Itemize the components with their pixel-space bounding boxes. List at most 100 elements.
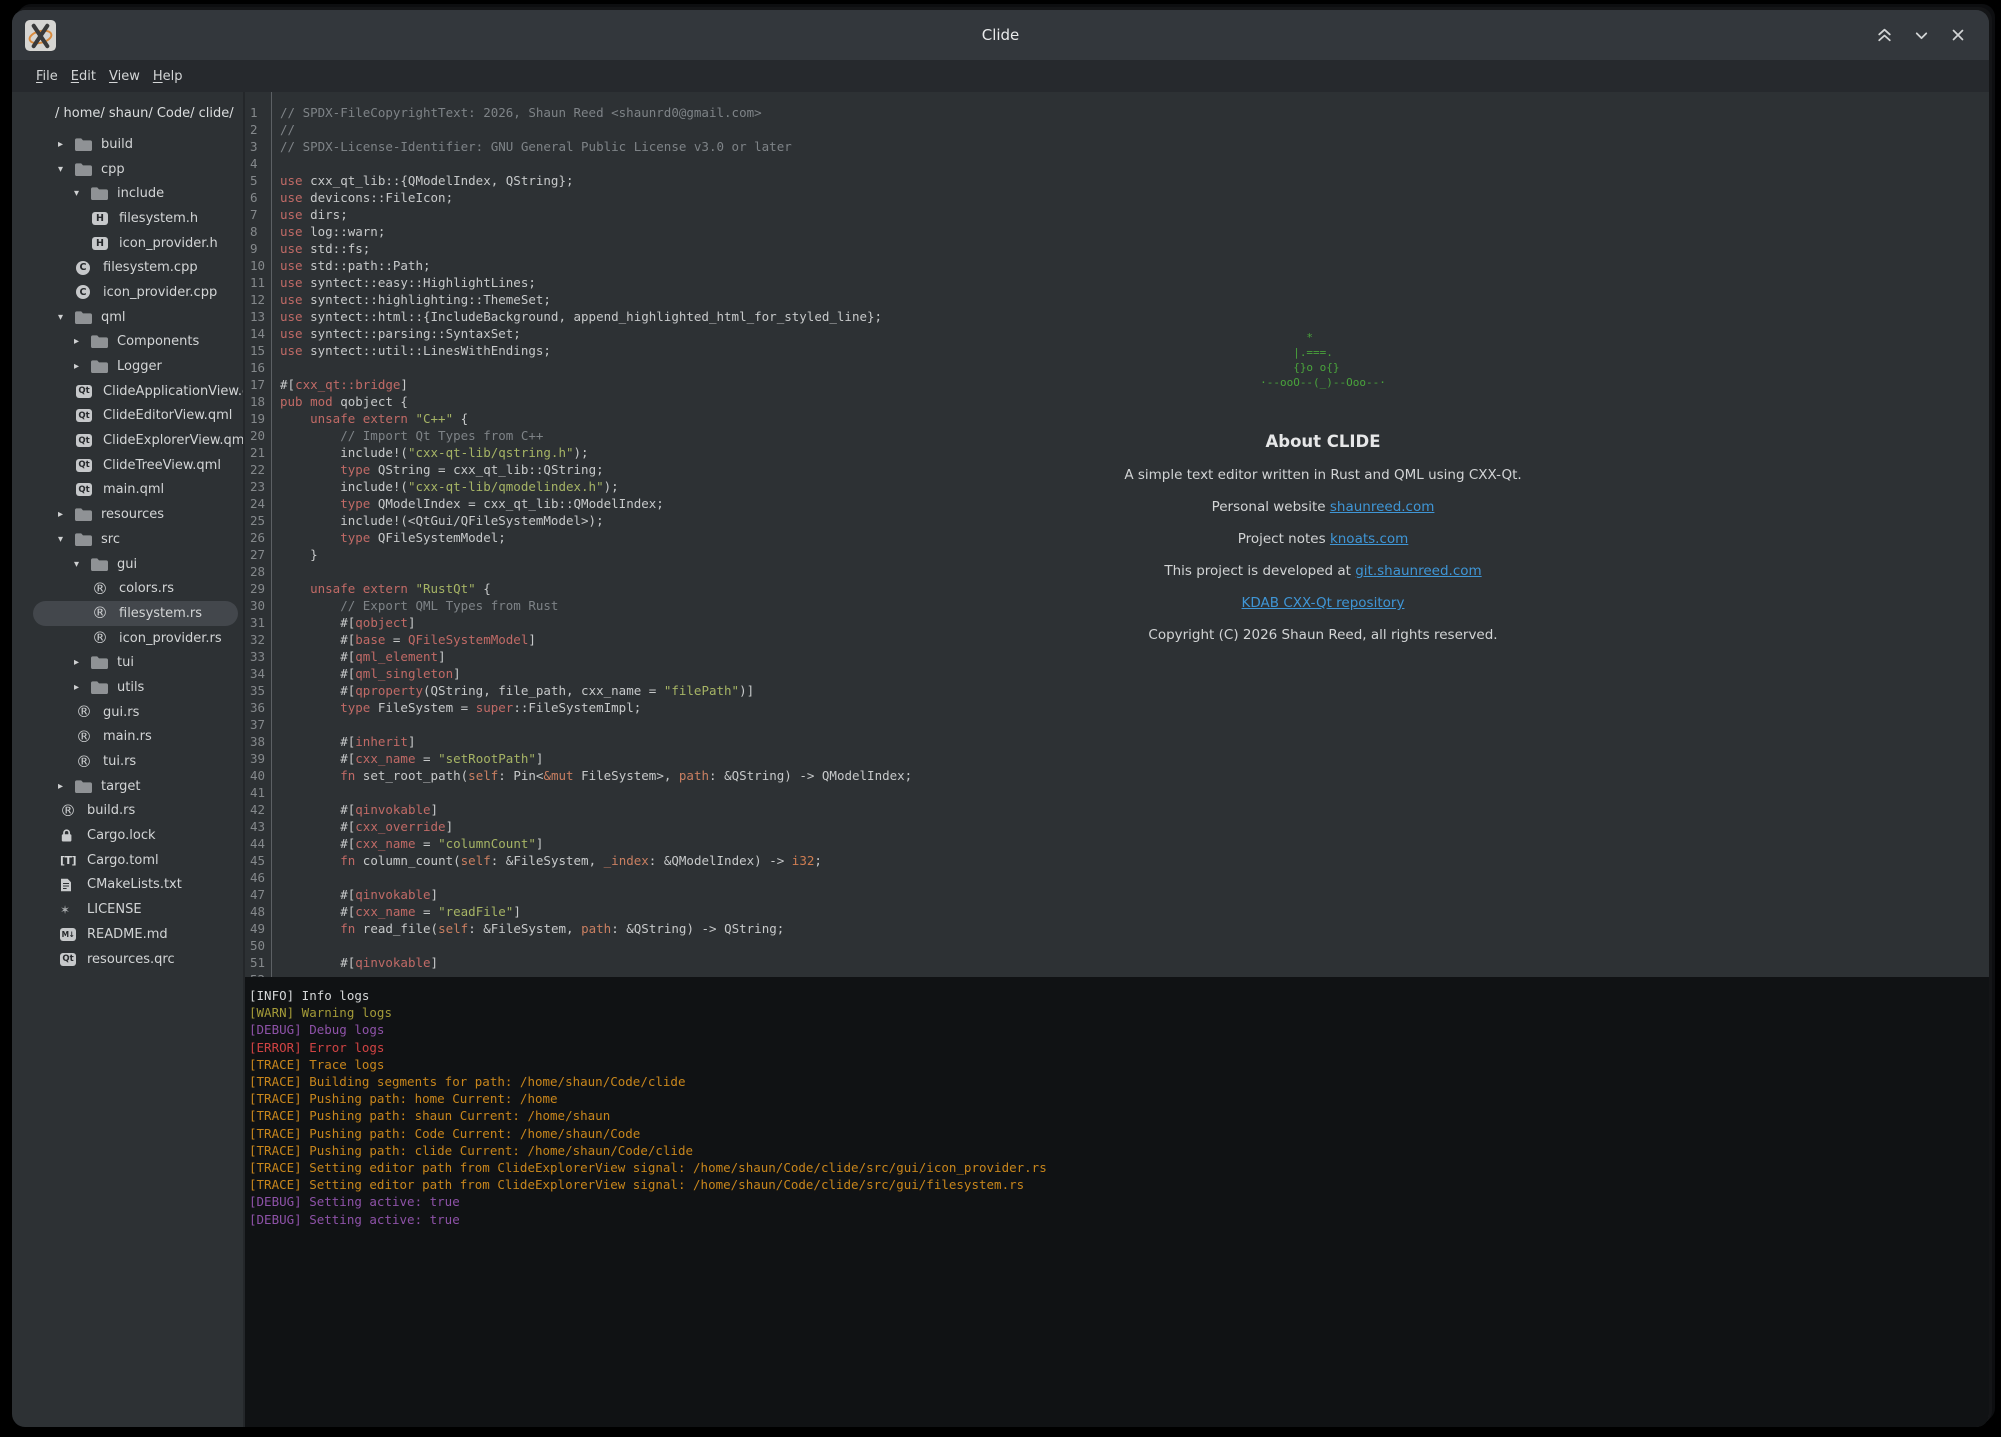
about-link[interactable]: KDAB CXX-Qt repository [1242,595,1405,611]
maximize-button[interactable] [1873,24,1895,46]
log-line-trace: [TRACE] Setting editor path from ClideEx… [249,1176,1989,1193]
minimize-button[interactable] [1910,24,1932,46]
tree-item-target[interactable]: ▸target [12,774,243,799]
tree-item-src[interactable]: ▾src [12,527,243,552]
tree-item-components[interactable]: ▸Components [12,330,243,355]
qt-file-icon: Qt [76,434,92,447]
line-number: 49 [250,920,265,937]
about-link[interactable]: git.shaunreed.com [1355,563,1481,579]
tree-item-build[interactable]: ▸build [12,132,243,157]
folder-icon [74,310,93,325]
chevron-expanded-icon[interactable]: ▾ [74,559,90,570]
close-button[interactable] [1947,24,1969,46]
code-line: 11use syntect::easy::HighlightLines; [245,274,1989,291]
tree-item-cmakelists-txt[interactable]: CMakeLists.txt [12,873,243,898]
rust-file-icon: ® [76,755,92,769]
tree-item-readme-md[interactable]: M↓README.md [12,922,243,947]
line-number: 21 [250,444,265,461]
chevron-expanded-icon[interactable]: ▾ [74,188,90,199]
tree-item-build-rs[interactable]: ®build.rs [12,799,243,824]
log-line-debug: [DEBUG] Debug logs [249,1021,1989,1038]
tree-item-gui-rs[interactable]: ®gui.rs [12,700,243,725]
tree-item-label: tui.rs [103,754,136,769]
tree-item-label: resources [101,507,164,522]
folder-icon [74,507,93,522]
tree-item-main-qml[interactable]: Qtmain.qml [12,478,243,503]
code-line: 8use log::warn; [245,223,1989,240]
line-number: 20 [250,427,265,444]
code-line: 51 #[qinvokable] [245,954,1989,971]
tree-item-resources-qrc[interactable]: Qtresources.qrc [12,947,243,972]
tree-item-main-rs[interactable]: ®main.rs [12,725,243,750]
rust-file-icon: ® [76,705,92,719]
tree-item-resources[interactable]: ▸ resources [12,502,243,527]
line-number: 9 [250,240,258,257]
tree-item-icon-provider-h[interactable]: Hicon_provider.h [12,231,243,256]
tree-item-clidetreeview-qml[interactable]: QtClideTreeView.qml [12,453,243,478]
tree-item-icon-provider-cpp[interactable]: Cicon_provider.cpp [12,280,243,305]
line-number: 47 [250,886,265,903]
chevron-expanded-icon[interactable]: ▾ [58,312,74,323]
qt-file-icon: Qt [76,483,92,496]
menu-item-file[interactable]: File [36,69,58,84]
chevron-expanded-icon[interactable]: ▾ [58,534,74,545]
code-line: 46 [245,869,1989,886]
tree-item-cpp[interactable]: ▾cpp [12,157,243,182]
tree-item-label: include [117,186,164,201]
tree-item-tui-rs[interactable]: ® tui.rs [12,749,243,774]
tree-item-cargo-lock[interactable]: Cargo.lock [12,823,243,848]
line-number: 51 [250,954,265,971]
tree-item-clideexplorerview-qml[interactable]: Qt ClideExplorerView.qml [12,428,243,453]
tree-item-include[interactable]: ▾ include [12,181,243,206]
line-number: 28 [250,563,265,580]
about-link[interactable]: knoats.com [1330,531,1408,547]
tree-item-utils[interactable]: ▸utils [12,675,243,700]
log-line-trace: [TRACE] Pushing path: Code Current: /hom… [249,1125,1989,1142]
tree-item-filesystem-cpp[interactable]: Cfilesystem.cpp [12,255,243,280]
tree-item-icon-provider-rs[interactable]: ®icon_provider.rs [12,626,243,651]
chevron-collapsed-icon[interactable]: ▸ [74,682,90,693]
chevron-expanded-icon[interactable]: ▾ [58,164,74,175]
app-window: Clide FileEditViewHelp / home/ shaun/ Co… [12,10,1989,1427]
chevron-collapsed-icon[interactable]: ▸ [58,139,74,150]
code-line: 40 fn set_root_path(self: Pin<&mut FileS… [245,767,1989,784]
tree-item-clideeditorview-qml[interactable]: QtClideEditorView.qml [12,404,243,429]
line-number: 40 [250,767,265,784]
menu-item-edit[interactable]: Edit [71,69,96,84]
qt-file-icon: Qt [76,385,92,398]
menu-item-help[interactable]: Help [153,69,183,84]
tree-item-clideapplicationview-qml[interactable]: QtClideApplicationView.qml [12,379,243,404]
tree-item-filesystem-rs[interactable]: ®filesystem.rs [12,601,243,626]
tree-item-license[interactable]: ✶LICENSE [12,897,243,922]
log-panel[interactable]: [INFO] Info logs[WARN] Warning logs[DEBU… [245,977,1989,1427]
about-link[interactable]: shaunreed.com [1330,499,1435,515]
folder-icon [90,680,109,695]
code-line: 38 #[inherit] [245,733,1989,750]
line-number: 8 [250,223,258,240]
tree-item-cargo-toml[interactable]: [T]Cargo.toml [12,848,243,873]
menu-item-view[interactable]: View [109,69,140,84]
tree-item-filesystem-h[interactable]: Hfilesystem.h [12,206,243,231]
code-line: 2// [245,121,1989,138]
tree-item-label: CMakeLists.txt [87,877,182,892]
tree-item-qml[interactable]: ▾qml [12,305,243,330]
folder-icon [90,655,109,670]
main-panel: 1// SPDX-FileCopyrightText: 2026, Shaun … [243,92,1989,1427]
double-chevron-up-icon [1875,26,1894,45]
tree-item-tui[interactable]: ▸ tui [12,650,243,675]
tree-item-label: ClideExplorerView.qml [103,433,243,448]
log-line-debug: [DEBUG] Setting active: true [249,1193,1989,1210]
chevron-collapsed-icon[interactable]: ▸ [74,657,90,668]
tree-item-colors-rs[interactable]: ®colors.rs [12,576,243,601]
chevron-collapsed-icon[interactable]: ▸ [74,361,90,372]
chevron-collapsed-icon[interactable]: ▸ [58,781,74,792]
about-text-line: A simple text editor written in Rust and… [1088,467,1558,483]
tree-item-label: tui [117,655,134,670]
code-line: 4 [245,155,1989,172]
tree-item-logger[interactable]: ▸Logger [12,354,243,379]
folder-icon [90,557,109,572]
chevron-collapsed-icon[interactable]: ▸ [74,336,90,347]
code-editor[interactable]: 1// SPDX-FileCopyrightText: 2026, Shaun … [245,92,1989,977]
tree-item-gui[interactable]: ▾gui [12,552,243,577]
chevron-collapsed-icon[interactable]: ▸ [58,509,74,520]
